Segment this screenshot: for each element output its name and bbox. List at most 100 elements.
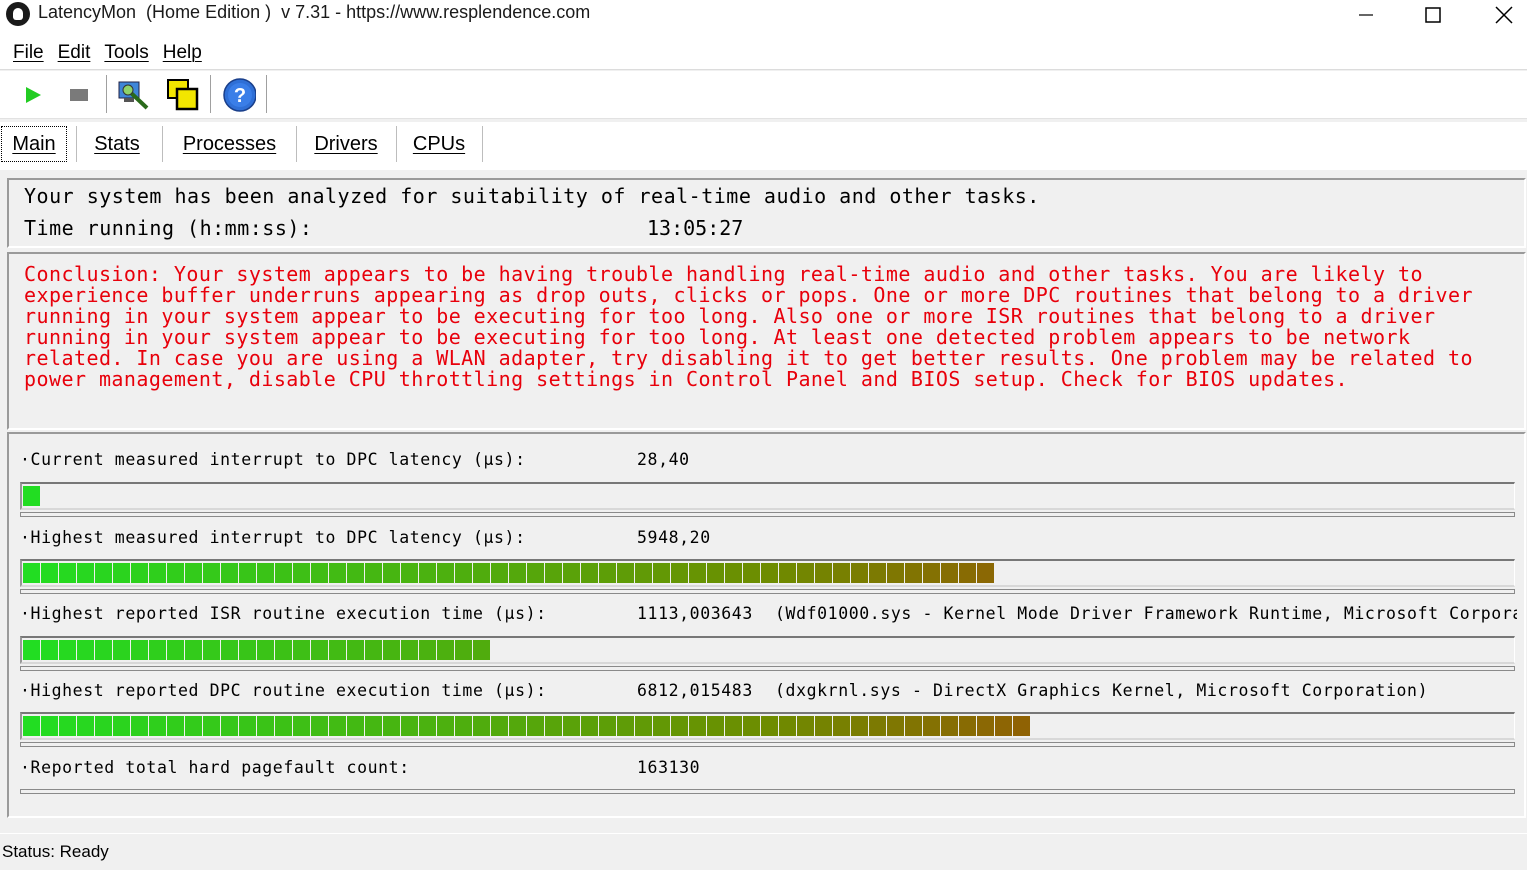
minimize-button[interactable]: [1343, 0, 1389, 30]
bar-segment: [581, 563, 598, 583]
bar-segment: [491, 563, 508, 583]
close-button[interactable]: [1481, 0, 1527, 30]
status-bar: Status: Ready: [0, 833, 1527, 862]
isr-time-bar: [20, 636, 1515, 664]
bar-segment: [1013, 716, 1030, 736]
tab-drivers[interactable]: Drivers: [304, 126, 388, 162]
bar-segment: [167, 716, 184, 736]
bar-segment: [473, 563, 490, 583]
bar-segment: [329, 640, 346, 660]
bar-segment: [419, 563, 436, 583]
tab-stats[interactable]: Stats: [84, 126, 150, 162]
tab-processes[interactable]: Processes: [172, 126, 287, 162]
help-button[interactable]: ?: [222, 77, 256, 113]
conclusion-panel: Conclusion: Your system appears to be ha…: [7, 252, 1526, 430]
stop-button[interactable]: [62, 77, 96, 113]
bar-segment: [671, 716, 688, 736]
bar-segment: [797, 563, 814, 583]
bar-segment: [311, 563, 328, 583]
bar-segment: [437, 716, 454, 736]
toolbar-separator: [266, 75, 267, 113]
metrics-panel: ·Current measured interrupt to DPC laten…: [7, 432, 1526, 818]
bar-segment: [545, 716, 562, 736]
bar-segment: [77, 563, 94, 583]
isr-time-value: 1113,003643: [637, 604, 753, 623]
copy-window-button[interactable]: [166, 77, 200, 113]
pagefault-count-label: ·Reported total hard pagefault count:: [20, 758, 410, 777]
bar-segment: [923, 716, 940, 736]
bar-segment: [455, 640, 472, 660]
bar-segment: [869, 716, 886, 736]
analysis-summary-text: Your system has been analyzed for suitab…: [24, 184, 1040, 208]
bar-segment: [473, 716, 490, 736]
bar-segment: [509, 563, 526, 583]
tab-main[interactable]: Main: [1, 126, 67, 162]
dpc-time-label: ·Highest reported DPC routine execution …: [20, 681, 547, 700]
minimize-icon: [1359, 14, 1373, 16]
bar-segment: [239, 563, 256, 583]
bar-segment: [707, 563, 724, 583]
bar-segment: [167, 563, 184, 583]
bar-segment: [365, 563, 382, 583]
bar-divider: [20, 789, 1515, 794]
bar-segment: [743, 563, 760, 583]
menu-file[interactable]: File: [6, 42, 51, 64]
highest-latency-bar: [20, 559, 1515, 587]
bar-segment: [185, 640, 202, 660]
bar-segment: [257, 563, 274, 583]
inspect-icon: [118, 81, 149, 110]
bar-divider: [20, 666, 1515, 671]
bar-segment: [131, 716, 148, 736]
bar-segment: [599, 563, 616, 583]
tab-separator: [162, 126, 163, 162]
maximize-button[interactable]: [1410, 0, 1456, 30]
bar-segment: [365, 640, 382, 660]
bar-segment: [293, 640, 310, 660]
bar-segment: [365, 716, 382, 736]
tab-separator: [482, 126, 483, 162]
bar-segment: [59, 716, 76, 736]
menu-bar: File Edit Tools Help: [0, 36, 1527, 70]
time-running-value: 13:05:27: [647, 216, 744, 240]
bar-segment: [203, 563, 220, 583]
bar-segment: [293, 563, 310, 583]
isr-time-bar-fill: [23, 640, 490, 660]
bar-segment: [77, 640, 94, 660]
start-button[interactable]: [16, 77, 50, 113]
bar-segment: [527, 716, 544, 736]
bar-segment: [599, 716, 616, 736]
play-icon: [26, 87, 41, 103]
tab-cpus[interactable]: CPUs: [404, 126, 474, 162]
menu-help[interactable]: Help: [156, 42, 209, 64]
dpc-driver-description: (dxgkrnl.sys - DirectX Graphics Kernel, …: [775, 681, 1429, 700]
bar-segment: [851, 563, 868, 583]
bar-segment: [671, 563, 688, 583]
menu-edit[interactable]: Edit: [51, 42, 98, 64]
svg-text:?: ?: [234, 85, 246, 107]
tab-separator: [76, 126, 77, 162]
bar-segment: [419, 716, 436, 736]
bar-segment: [725, 563, 742, 583]
bar-segment: [221, 563, 238, 583]
inspect-button[interactable]: [116, 77, 150, 113]
bar-segment: [725, 716, 742, 736]
bar-segment: [905, 563, 922, 583]
bar-segment: [473, 640, 490, 660]
bar-divider: [20, 589, 1515, 594]
current-latency-bar: [20, 482, 1515, 510]
bar-segment: [653, 563, 670, 583]
bar-segment: [815, 716, 832, 736]
bar-segment: [905, 716, 922, 736]
bar-segment: [203, 640, 220, 660]
bar-segment: [23, 716, 40, 736]
isr-time-label: ·Highest reported ISR routine execution …: [20, 604, 547, 623]
help-icon: ?: [223, 78, 256, 112]
bar-segment: [23, 486, 40, 506]
bar-segment: [635, 716, 652, 736]
bar-segment: [923, 563, 940, 583]
bar-segment: [797, 716, 814, 736]
menu-tools[interactable]: Tools: [97, 42, 155, 64]
tab-separator: [296, 126, 297, 162]
toolbar-separator: [210, 75, 211, 113]
bar-segment: [887, 563, 904, 583]
